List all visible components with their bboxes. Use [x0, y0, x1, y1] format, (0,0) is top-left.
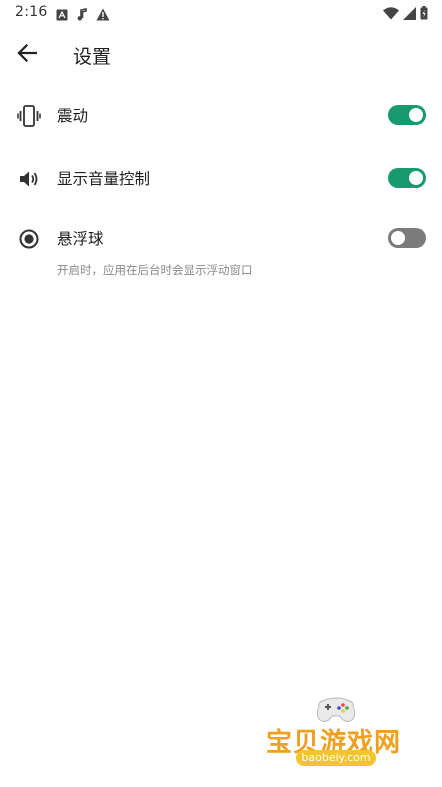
status-time: 2:16: [15, 4, 48, 20]
floating-ball-toggle[interactable]: [388, 228, 426, 248]
setting-label-vibrate: 震动: [57, 107, 89, 125]
status-bar: 2:16: [0, 0, 442, 26]
wifi-icon: [383, 5, 399, 24]
page-title: 设置: [73, 46, 112, 68]
radio-dot-icon: [16, 226, 42, 252]
arrow-left-icon: [17, 43, 38, 66]
toggle-knob: [391, 231, 405, 245]
a-icon: [56, 6, 68, 25]
watermark-domain: baobeiy.com: [296, 750, 376, 766]
music-note-icon: [76, 6, 88, 25]
setting-row-floating-ball[interactable]: 悬浮球: [0, 218, 442, 258]
status-notification-icons: [56, 6, 110, 25]
setting-row-vibrate[interactable]: 震动: [0, 95, 442, 135]
setting-label-volume-control: 显示音量控制: [57, 170, 151, 188]
battery-icon: [420, 5, 428, 24]
toggle-knob: [409, 108, 423, 122]
back-button[interactable]: [12, 40, 42, 70]
volume-control-toggle[interactable]: [388, 168, 426, 188]
speaker-icon: [16, 166, 42, 192]
watermark-logo: 宝贝游戏网 baobeiy.com: [262, 692, 412, 782]
setting-description-floating-ball: 开启时，应用在后台时会显示浮动窗口: [57, 263, 253, 277]
vibrate-toggle[interactable]: [388, 105, 426, 125]
toggle-knob: [409, 171, 423, 185]
setting-row-volume-control[interactable]: 显示音量控制: [0, 158, 442, 198]
app-bar: 设置: [0, 26, 442, 82]
phone-vibrate-icon: [16, 103, 42, 129]
setting-label-floating-ball: 悬浮球: [57, 230, 104, 248]
warning-icon: [96, 6, 110, 25]
status-system-icons: [383, 5, 428, 24]
signal-icon: [403, 5, 416, 24]
